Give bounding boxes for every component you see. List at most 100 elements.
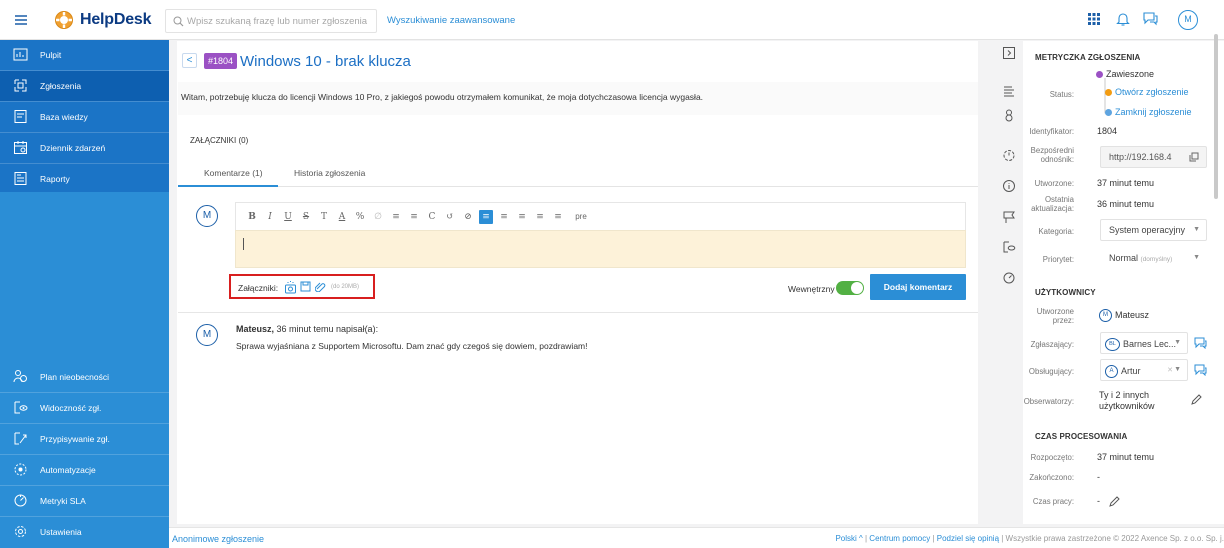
chevron-down-icon: ▼ [1193, 226, 1200, 233]
menu-icon[interactable] [14, 13, 28, 27]
sidebar-item-pulpit[interactable]: Pulpit [0, 40, 169, 70]
section-heading: METRYCZKA ZGŁOSZENIA [1035, 53, 1141, 62]
paperclip-icon[interactable] [315, 281, 326, 292]
align-center-button[interactable]: ≡ [497, 210, 511, 224]
save-icon[interactable] [300, 281, 311, 292]
numbered-list-button[interactable]: ≡ [407, 210, 421, 224]
no-format-button[interactable]: ⊘ [461, 210, 475, 224]
sla-icon[interactable] [1002, 271, 1016, 285]
copyright: Wszystkie prawa zastrzeżone © 2022 Axenc… [1005, 534, 1224, 543]
unlink-button[interactable]: ∅ [371, 210, 385, 224]
avatar: M [196, 324, 218, 346]
indent-button[interactable]: ≡ [533, 210, 547, 224]
outdent-button[interactable]: ≡ [551, 210, 565, 224]
add-comment-button[interactable]: Dodaj komentarz [870, 274, 966, 300]
comment-body: Sprawa wyjaśniana z Supportem Microsoftu… [236, 341, 588, 351]
sidebar-item-ustawienia[interactable]: Ustawienia [0, 517, 169, 547]
reporter-select[interactable]: BL Barnes Lec... ▼ [1100, 332, 1188, 354]
sidebar-item-zgloszenia[interactable]: Zgłoszenia [0, 71, 169, 101]
tab-history[interactable]: Historia zgłoszenia [294, 168, 365, 178]
calendar-icon [14, 141, 27, 154]
direct-link-value: http://192.168.4 [1109, 152, 1172, 162]
comment-meta: 36 minut temu napisał(a): [274, 324, 379, 334]
search-input[interactable]: Wpisz szukaną frazę lub numer zgłoszenia [187, 16, 367, 27]
bullet-list-button[interactable]: ≡ [389, 210, 403, 224]
anonymous-ticket-link[interactable]: Anonimowe zgłoszenie [172, 534, 264, 544]
status-dot-open [1105, 89, 1112, 96]
feedback-link[interactable]: Podziel się opinią [937, 534, 999, 543]
attachments-heading: ZAŁĄCZNIKI (0) [190, 136, 249, 145]
tickets-icon [14, 79, 27, 92]
bell-icon[interactable] [1116, 11, 1130, 27]
bold-button[interactable]: B [245, 210, 259, 224]
comment-editor[interactable] [235, 230, 966, 268]
chat-icon[interactable] [1143, 12, 1158, 26]
sidebar-item-przypisywanie[interactable]: Przypisywanie zgł. [0, 424, 169, 454]
strikethrough-button[interactable]: S [299, 210, 313, 224]
automation-icon [14, 463, 27, 476]
open-ticket-link[interactable]: Otwórz zgłoszenie [1115, 87, 1189, 97]
observers-value[interactable]: Ty i 2 innych użytkowników [1099, 390, 1175, 412]
clear-icon[interactable]: ✕ [1167, 366, 1173, 374]
handler-select[interactable]: A Artur ✕ ▼ [1100, 359, 1188, 381]
priority-select[interactable]: Normal (domyślny) ▼ [1100, 247, 1207, 269]
sidebar-item-widocznosc[interactable]: Widoczność zgł. [0, 393, 169, 423]
search-box[interactable]: Wpisz szukaną frazę lub numer zgłoszenia [165, 9, 377, 33]
reporter-value: Barnes Lec... [1123, 338, 1177, 349]
visibility-icon[interactable] [1002, 240, 1016, 254]
italic-button[interactable]: I [263, 210, 277, 224]
created-label: Utworzone: [1034, 179, 1074, 188]
align-left-button[interactable]: ≡ [479, 210, 493, 224]
apps-grid-icon[interactable] [1087, 12, 1101, 26]
chat-icon[interactable] [1194, 364, 1207, 376]
comment-author: Mateusz, [236, 324, 275, 334]
created-value: 37 minut temu [1097, 178, 1155, 188]
language-select[interactable]: Polski ^ [835, 534, 862, 543]
text-color-button[interactable]: A [335, 210, 349, 224]
collapse-panel-icon[interactable] [1002, 46, 1016, 60]
copy-icon[interactable] [1189, 152, 1199, 162]
close-ticket-link[interactable]: Zamknij zgłoszenie [1115, 107, 1192, 117]
section-heading: UŻYTKOWNICY [1035, 288, 1096, 297]
user-avatar[interactable]: M [1178, 10, 1198, 30]
users-icon[interactable] [1002, 108, 1016, 122]
clear-format-button[interactable]: C [425, 210, 439, 224]
edit-icon[interactable] [1109, 496, 1120, 507]
app-logo[interactable]: HelpDesk [80, 11, 152, 29]
link-button[interactable]: % [353, 210, 367, 224]
sidebar-item-baza-wiedzy[interactable]: Baza wiedzy [0, 102, 169, 132]
worktime-value: - [1097, 496, 1100, 506]
priority-label: Priorytet: [1042, 255, 1074, 264]
back-button[interactable]: < [182, 53, 197, 68]
chevron-down-icon: ▼ [1174, 339, 1181, 346]
dashboard-icon [13, 48, 28, 61]
edit-icon[interactable] [1191, 394, 1202, 405]
camera-upload-icon[interactable] [284, 280, 297, 294]
preformatted-button[interactable]: pre [571, 210, 591, 224]
sidebar-item-plan-nieobecnosci[interactable]: Plan nieobecności [0, 362, 169, 392]
help-center-link[interactable]: Centrum pomocy [869, 534, 930, 543]
sidebar-item-label: Pulpit [40, 50, 62, 60]
sidebar-item-label: Automatyzacje [40, 465, 96, 475]
sidebar-item-metryki-sla[interactable]: Metryki SLA [0, 486, 169, 516]
undo-button[interactable]: ↺ [443, 210, 457, 224]
direct-link-field[interactable]: http://192.168.4 [1100, 146, 1207, 168]
underline-button[interactable]: U [281, 210, 295, 224]
text-size-button[interactable]: T [317, 210, 331, 224]
sidebar-item-label: Plan nieobecności [40, 372, 109, 382]
tab-comments[interactable]: Komentarze (1) [204, 168, 263, 178]
chat-icon[interactable] [1194, 337, 1207, 349]
align-right-button[interactable]: ≡ [515, 210, 529, 224]
divider [178, 312, 978, 313]
internal-toggle[interactable] [836, 281, 864, 295]
sidebar-item-dziennik[interactable]: Dziennik zdarzeń [0, 133, 169, 163]
observers-label: Obserwatorzy: [1023, 397, 1074, 406]
scrollbar-thumb[interactable] [1214, 34, 1218, 199]
category-select[interactable]: System operacyjny ▼ [1100, 219, 1207, 241]
sidebar-item-raporty[interactable]: Raporty [0, 164, 169, 194]
sidebar-item-automatyzacje[interactable]: Automatyzacje [0, 455, 169, 485]
avatar: M [1099, 309, 1112, 322]
sla-icon [14, 494, 27, 507]
advanced-search-link[interactable]: Wyszukiwanie zaawansowane [387, 15, 515, 26]
visibility-icon [14, 401, 28, 414]
